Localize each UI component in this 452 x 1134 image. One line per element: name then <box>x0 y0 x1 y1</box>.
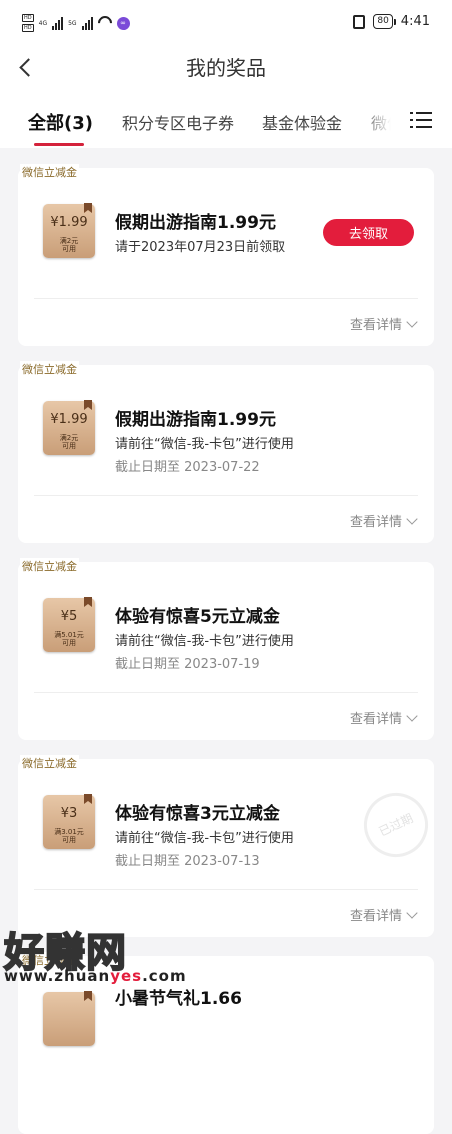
voucher-icon <box>43 991 95 1046</box>
tab-points-coupons[interactable]: 积分专区电子券 <box>122 110 234 134</box>
watermark-url-highlight: yes <box>110 967 143 985</box>
voucher-condition: 满2元 可用 <box>59 237 79 253</box>
voucher-condition: 满2元 可用 <box>59 434 79 450</box>
view-details-label: 查看详情 <box>349 909 402 924</box>
ribbon-icon <box>84 794 92 804</box>
card-type-tag: 微信立减金 <box>20 755 79 771</box>
app-notification-icon: ∞ <box>116 16 130 30</box>
chevron-down-icon <box>406 512 418 525</box>
prize-instruction: 请前往“微信-我-卡包”进行使用 <box>115 831 294 846</box>
net1-label: 4G <box>38 19 48 27</box>
page-title: 我的奖品 <box>186 56 266 80</box>
watermark-url-prefix: www.zhuan <box>4 967 111 985</box>
voucher-icon: ¥1.99 满2元 可用 <box>43 203 95 258</box>
sim-indicators: HD HD <box>22 14 34 32</box>
prize-card[interactable]: 微信立减金 ¥5 满5.01元 可用 体验有惊喜5元立减金 请前往“微信-我-卡… <box>18 558 434 740</box>
ribbon-icon <box>84 203 92 213</box>
card-type-tag: 微信立减金 <box>20 558 79 574</box>
ribbon-icon <box>84 400 92 410</box>
vibrate-icon <box>353 14 366 29</box>
divider <box>34 692 418 693</box>
tab-fade-overlay <box>360 98 404 138</box>
tab-fund-trial[interactable]: 基金体验金 <box>262 110 342 134</box>
watermark-url: www.zhuanyes.com <box>4 967 187 985</box>
prize-name: 体验有惊喜3元立减金 <box>115 804 280 824</box>
prize-deadline: 截止日期至 2023-07-22 <box>115 460 260 475</box>
prize-instruction: 请于2023年07月23日前领取 <box>115 240 286 255</box>
card-type-tag: 微信立减金 <box>20 361 79 377</box>
view-details-link[interactable]: 查看详情 <box>349 511 418 530</box>
expired-stamp: 已过期 <box>353 782 439 868</box>
prize-name: 假期出游指南1.99元 <box>115 213 276 233</box>
voucher-amount: ¥1.99 <box>50 215 88 230</box>
prize-deadline: 截止日期至 2023-07-13 <box>115 854 260 869</box>
voucher-amount: ¥3 <box>60 806 78 821</box>
sim2-badge: HD <box>22 24 34 32</box>
net2-label: 5G <box>68 19 77 27</box>
tab-bar: 全部(3) 积分专区电子券 基金体验金 微信 <box>0 90 452 148</box>
chevron-down-icon <box>406 709 418 722</box>
chevron-down-icon <box>406 315 418 328</box>
prize-name: 假期出游指南1.99元 <box>115 410 276 430</box>
prize-card[interactable]: 微信立减金 ¥1.99 满2元 可用 假期出游指南1.99元 请前往“微信-我-… <box>18 361 434 543</box>
hotspot-icon <box>94 13 115 33</box>
prize-card[interactable]: 微信立减金 ¥3 满3.01元 可用 体验有惊喜3元立减金 请前往“微信-我-卡… <box>18 755 439 937</box>
signal1-icon <box>52 16 64 30</box>
ribbon-icon <box>84 597 92 607</box>
prize-deadline: 截止日期至 2023-07-19 <box>115 657 260 672</box>
nav-header: 我的奖品 <box>0 46 452 90</box>
status-right: 80 4:41 <box>353 14 430 29</box>
claim-button[interactable]: 去领取 <box>323 219 414 246</box>
voucher-icon: ¥5 满5.01元 可用 <box>43 597 95 652</box>
status-left: HD HD 4G 5G ∞ <box>22 13 130 33</box>
sim1-badge: HD <box>22 14 34 22</box>
tab-all[interactable]: 全部(3) <box>28 109 93 135</box>
watermark-url-suffix: .com <box>142 967 187 985</box>
view-details-link[interactable]: 查看详情 <box>349 905 418 924</box>
divider <box>34 495 418 496</box>
status-bar: HD HD 4G 5G ∞ 80 4:41 <box>0 0 452 46</box>
tab-menu-icon[interactable] <box>410 112 432 128</box>
view-details-link[interactable]: 查看详情 <box>349 314 418 333</box>
battery-icon: 80 <box>373 14 397 29</box>
divider <box>34 298 418 299</box>
voucher-amount: ¥5 <box>60 609 78 624</box>
prize-card[interactable]: 微信立减金 ¥1.99 满2元 可用 假期出游指南1.99元 请于2023年07… <box>18 164 434 346</box>
divider <box>34 889 418 890</box>
voucher-icon: ¥3 满3.01元 可用 <box>43 794 95 849</box>
view-details-label: 查看详情 <box>349 712 402 727</box>
site-watermark: 好赚网 www.zhuanyes.com <box>3 920 204 990</box>
view-details-link[interactable]: 查看详情 <box>349 708 418 727</box>
voucher-amount: ¥1.99 <box>50 412 88 427</box>
voucher-icon: ¥1.99 满2元 可用 <box>43 400 95 455</box>
view-details-label: 查看详情 <box>349 515 402 530</box>
voucher-condition: 满5.01元 可用 <box>54 631 84 647</box>
active-tab-indicator <box>34 143 84 146</box>
signal2-icon <box>81 16 93 30</box>
voucher-condition: 满3.01元 可用 <box>54 828 84 844</box>
prize-instruction: 请前往“微信-我-卡包”进行使用 <box>115 437 294 452</box>
chevron-down-icon <box>406 906 418 919</box>
clock: 4:41 <box>400 14 430 29</box>
view-details-label: 查看详情 <box>349 318 402 333</box>
card-type-tag: 微信立减金 <box>20 164 79 180</box>
prize-name: 体验有惊喜5元立减金 <box>115 607 280 627</box>
prize-instruction: 请前往“微信-我-卡包”进行使用 <box>115 634 294 649</box>
